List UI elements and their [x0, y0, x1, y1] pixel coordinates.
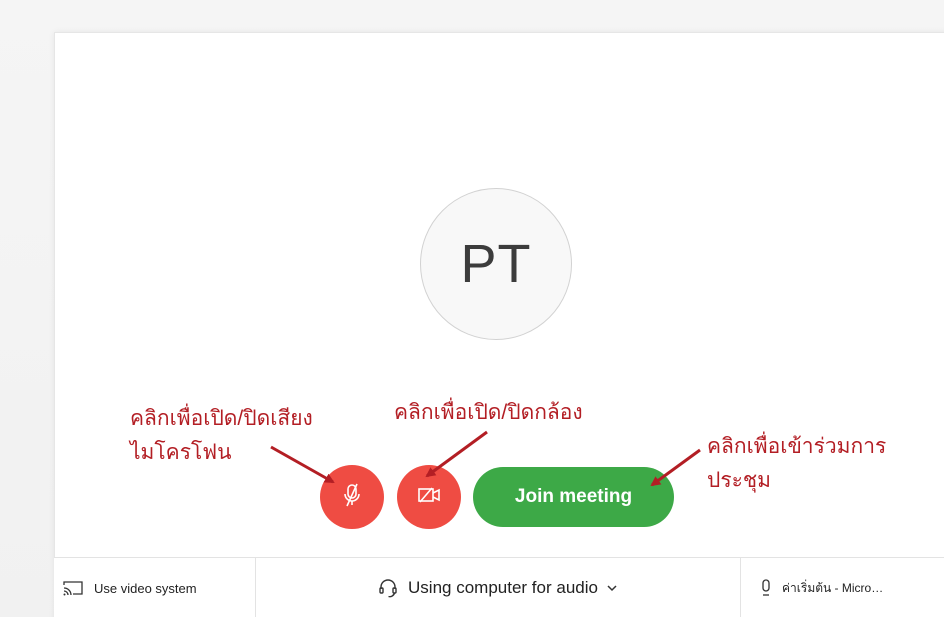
arrow-to-join	[650, 448, 701, 487]
arrow-to-camera	[425, 430, 488, 478]
meeting-preview-screen: PT Join meeting Use video system Using c…	[0, 0, 944, 617]
annotation-arrows	[270, 430, 701, 487]
arrow-to-mic	[270, 445, 335, 484]
